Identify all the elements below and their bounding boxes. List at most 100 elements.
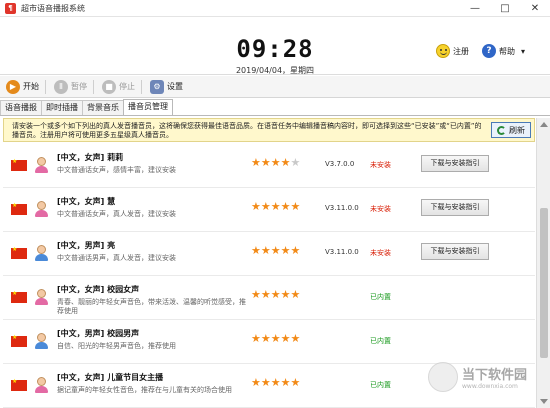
settings-button[interactable]: ⚙ 设置 (150, 79, 183, 94)
announcer-name: [中文，男声] 校园男声 (57, 329, 140, 338)
star-icon: ★ (290, 156, 301, 169)
watermark: 当下软件园 www.downxia.com (428, 362, 527, 392)
list-item[interactable]: [中文，女声] 校园女声青春、靓丽的年轻女声音色，带来活泼、温馨的听觉感受，推荐… (3, 276, 535, 320)
star-icon: ★ (251, 156, 261, 169)
star-icon: ★ (280, 244, 291, 257)
star-icon: ★ (280, 200, 291, 213)
star-icon: ★ (280, 332, 291, 345)
star-icon: ★ (251, 200, 261, 213)
tab-background-music[interactable]: 背景音乐 (82, 100, 124, 115)
female-speaker-icon (35, 377, 48, 394)
announcer-description: 中文普通话女声，感情丰富，建议安装 (57, 166, 176, 174)
rating: ★ ★ ★ ★ ★ (251, 377, 300, 389)
minimize-button[interactable]: — (460, 0, 490, 17)
male-speaker-icon (35, 333, 48, 350)
scroll-down-icon[interactable] (540, 399, 548, 404)
china-flag-icon (11, 290, 27, 303)
title-bar: ¶ 超市语音播报系统 — □ ✕ (0, 0, 550, 17)
star-icon: ★ (260, 332, 271, 345)
status-badge: 未安装 (370, 161, 391, 169)
toolbar-divider (141, 79, 142, 94)
scrollbar-thumb[interactable] (540, 208, 548, 358)
register-label: 注册 (453, 46, 469, 56)
china-flag-icon (11, 202, 27, 215)
gear-icon: ⚙ (150, 79, 164, 94)
female-speaker-icon (35, 157, 48, 174)
version-text: V3.11.0.0 (325, 204, 359, 212)
status-badge: 已内置 (370, 337, 391, 345)
refresh-icon (497, 125, 506, 135)
star-icon: ★ (270, 156, 281, 169)
announcer-name: [中文，女声] 校园女声 (57, 285, 140, 294)
china-flag-icon (11, 158, 27, 171)
female-speaker-icon (35, 289, 48, 306)
help-menu[interactable]: ? 帮助 ▾ (482, 44, 525, 58)
refresh-label: 刷新 (509, 125, 525, 135)
stop-button[interactable]: ■ 停止 (102, 79, 135, 94)
window-title: 超市语音播报系统 (21, 3, 85, 13)
rating: ★ ★ ★ ★ ★ (251, 289, 300, 301)
status-badge: 已内置 (370, 293, 391, 301)
list-item[interactable]: [中文，男声] 校园男声自信、阳光的年轻男声音色，推荐使用★★★★★已内置 (3, 320, 535, 364)
status-badge: 未安装 (370, 205, 391, 213)
announcer-name: [中文，女声] 莉莉 (57, 153, 124, 162)
status-badge: 未安装 (370, 249, 391, 257)
star-icon: ★ (260, 200, 271, 213)
star-icon: ★ (251, 288, 261, 301)
star-icon: ★ (251, 332, 261, 345)
list-item[interactable]: [中文，女声] 莉莉中文普通话女声，感情丰富，建议安装★★★★★V3.7.0.0… (3, 144, 535, 188)
maximize-button[interactable]: □ (490, 0, 520, 17)
stop-icon: ■ (102, 79, 116, 94)
announcer-description: 自信、阳光的年轻男声音色，推荐使用 (57, 342, 176, 350)
announcer-description: 中文普通话男声，真人发音，建议安装 (57, 254, 176, 262)
start-button[interactable]: ▶ 开始 (6, 79, 39, 94)
star-icon: ★ (270, 332, 281, 345)
star-icon: ★ (290, 332, 301, 345)
download-guide-button[interactable]: 下载与安装指引 (421, 199, 489, 216)
list-item[interactable]: [中文，男声] 亮中文普通话男声，真人发音，建议安装★★★★★V3.11.0.0… (3, 232, 535, 276)
notice-banner: 请安装一个或多个如下列出的真人发音播音员，这将确保您获得最佳语音品质。在语音任务… (3, 118, 535, 142)
toolbar: ▶ 开始 Ⅱ 暂停 ■ 停止 ⚙ 设置 (0, 76, 550, 98)
clock-panel: 09:28 2019/04/04，星期四 注册 ? 帮助 ▾ (0, 17, 550, 75)
star-icon: ★ (280, 376, 291, 389)
app-icon: ¶ (5, 2, 16, 14)
download-guide-button[interactable]: 下载与安装指引 (421, 243, 489, 260)
china-flag-icon (11, 378, 27, 391)
start-label: 开始 (23, 82, 39, 91)
announcer-name: [中文，女声] 儿童节目女主播 (57, 373, 164, 382)
star-icon: ★ (290, 244, 301, 257)
refresh-button[interactable]: 刷新 (491, 122, 531, 138)
play-icon: ▶ (6, 79, 20, 94)
tab-instant-insert[interactable]: 即时插播 (41, 100, 83, 115)
scrollbar[interactable] (536, 118, 550, 408)
star-icon: ★ (260, 156, 271, 169)
download-guide-button[interactable]: 下载与安装指引 (421, 155, 489, 172)
china-flag-icon (11, 334, 27, 347)
settings-label: 设置 (167, 82, 183, 91)
register-link[interactable]: 注册 (436, 44, 469, 58)
help-label: 帮助 (499, 46, 515, 56)
toolbar-divider (45, 79, 46, 94)
star-icon: ★ (290, 288, 301, 301)
rating: ★ ★ ★ ★ ★ (251, 245, 300, 257)
star-icon: ★ (251, 376, 261, 389)
announcer-description: 青春、靓丽的年轻女声音色，带来活泼、温馨的听觉感受，推荐使用 (57, 298, 246, 315)
star-icon: ★ (270, 288, 281, 301)
star-icon: ★ (251, 244, 261, 257)
status-badge: 已内置 (370, 381, 391, 389)
scroll-up-icon[interactable] (540, 122, 548, 127)
watermark-title: 当下软件园 (462, 368, 528, 383)
star-icon: ★ (280, 156, 291, 169)
tab-announcer-management[interactable]: 播音员管理 (123, 99, 173, 115)
female-speaker-icon (35, 201, 48, 218)
version-text: V3.11.0.0 (325, 248, 359, 256)
rating: ★ ★ ★ ★ ★ (251, 333, 300, 345)
notice-text: 请安装一个或多个如下列出的真人发音播音员，这将确保您获得最佳语音品质。在语音任务… (12, 122, 482, 139)
close-button[interactable]: ✕ (520, 0, 550, 17)
help-icon: ? (482, 44, 496, 58)
pause-button[interactable]: Ⅱ 暂停 (54, 79, 87, 94)
list-item[interactable]: [中文，女声] 慧中文普通话女声，真人发音，建议安装★★★★★V3.11.0.0… (3, 188, 535, 232)
clock-date: 2019/04/04，星期四 (235, 66, 315, 75)
tab-voice-broadcast[interactable]: 语音播报 (0, 100, 42, 115)
stop-label: 停止 (119, 82, 135, 91)
